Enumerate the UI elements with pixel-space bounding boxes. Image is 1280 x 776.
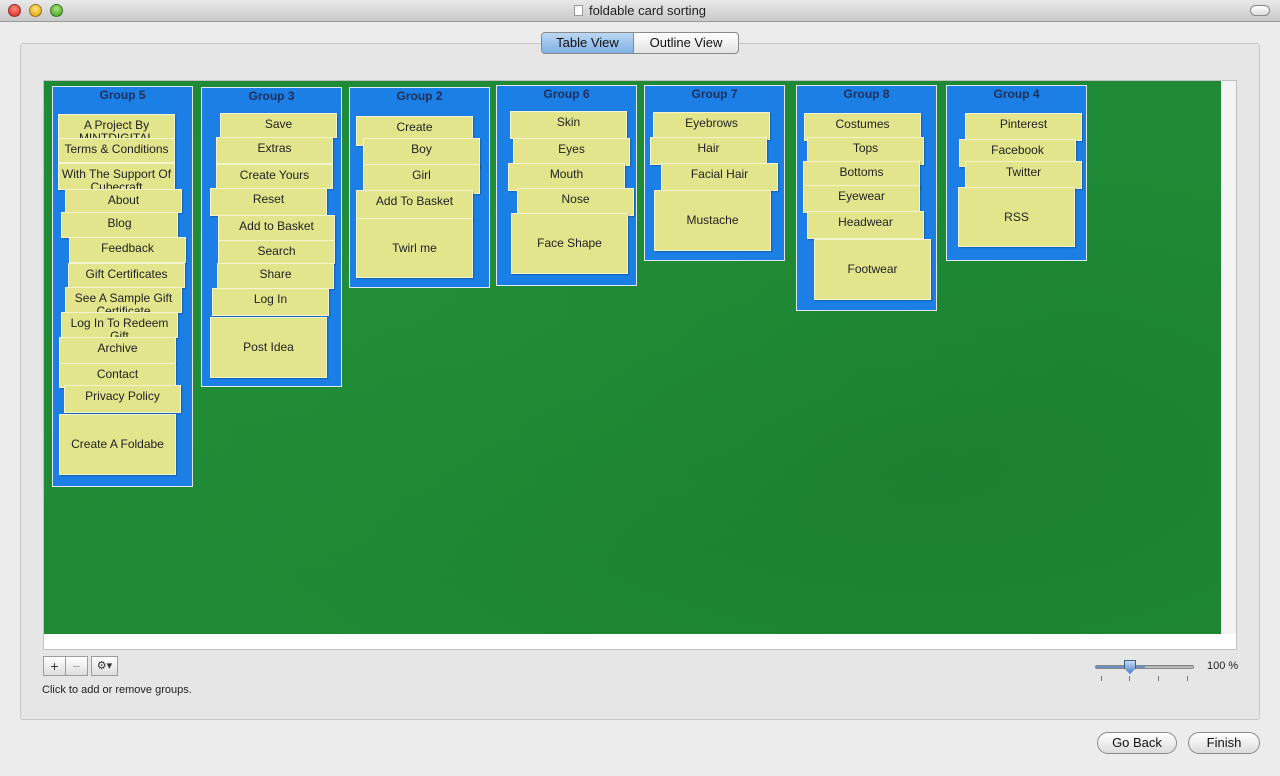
card[interactable]: Post Idea: [210, 317, 327, 378]
group-5[interactable]: Group 5 A Project By MINTDIGITAL Terms &…: [52, 86, 193, 487]
card[interactable]: Log In: [212, 288, 329, 316]
card[interactable]: Face Shape: [511, 213, 628, 274]
group-title: Group 2: [396, 89, 443, 103]
remove-group-button[interactable]: −: [65, 656, 88, 676]
title-bar: foldable card sorting: [0, 0, 1280, 22]
vertical-scrollbar[interactable]: [1221, 81, 1236, 634]
tab-table-view[interactable]: Table View: [542, 33, 634, 53]
group-6[interactable]: Group 6 Skin Eyes Mouth Nose Face Shape: [496, 85, 637, 286]
group-title: Group 3: [248, 89, 295, 103]
zoom-slider[interactable]: [1095, 665, 1194, 669]
card[interactable]: RSS: [958, 187, 1075, 247]
add-group-button[interactable]: +: [43, 656, 66, 676]
card[interactable]: Skin: [510, 111, 627, 139]
card[interactable]: Add to Basket: [218, 215, 335, 241]
zoom-tick: [1158, 676, 1159, 681]
card[interactable]: Headwear: [807, 211, 924, 239]
zoom-tick: [1101, 676, 1102, 681]
card[interactable]: Nose: [517, 188, 634, 216]
card[interactable]: Search: [218, 240, 335, 264]
group-title: Group 6: [543, 87, 590, 101]
card[interactable]: With The Support Of Cubecraft: [58, 163, 175, 190]
card[interactable]: Blog: [61, 212, 178, 238]
card[interactable]: Eyewear: [803, 185, 920, 213]
card[interactable]: Add To Basket: [356, 190, 473, 220]
card[interactable]: See A Sample Gift Certificate: [65, 287, 182, 313]
window-title: foldable card sorting: [0, 3, 1280, 18]
card[interactable]: Eyebrows: [653, 112, 770, 140]
card[interactable]: Create Yours: [216, 164, 333, 189]
card[interactable]: Facial Hair: [661, 163, 778, 191]
card[interactable]: Reset: [210, 188, 327, 216]
group-title: Group 4: [993, 87, 1040, 101]
card[interactable]: Twirl me: [356, 218, 473, 278]
document-icon: [573, 5, 583, 16]
card[interactable]: Create A Foldabe: [59, 414, 176, 475]
card[interactable]: A Project By MINTDIGITAL: [58, 114, 175, 139]
tab-outline-view[interactable]: Outline View: [634, 33, 738, 53]
card[interactable]: Eyes: [513, 138, 630, 166]
group-7[interactable]: Group 7 Eyebrows Hair Facial Hair Mustac…: [644, 85, 785, 261]
card[interactable]: Archive: [59, 337, 176, 364]
group-title: Group 7: [691, 87, 738, 101]
card[interactable]: Terms & Conditions: [58, 138, 175, 163]
card[interactable]: Privacy Policy: [64, 385, 181, 413]
card[interactable]: Share: [217, 263, 334, 289]
card[interactable]: Save: [220, 113, 337, 138]
toolbar-toggle-button[interactable]: [1250, 5, 1270, 16]
zoom-tick: [1187, 676, 1188, 681]
zoom-tick: [1129, 676, 1130, 681]
go-back-button[interactable]: Go Back: [1097, 732, 1177, 754]
card-sorting-board[interactable]: Group 5 A Project By MINTDIGITAL Terms &…: [44, 81, 1221, 634]
group-4[interactable]: Group 4 Pinterest Facebook Twitter RSS: [946, 85, 1087, 261]
zoom-level-label: 100 %: [1207, 660, 1239, 672]
group-title: Group 8: [843, 87, 890, 101]
card[interactable]: Extras: [216, 137, 333, 164]
view-switcher: Table View Outline View: [541, 32, 739, 54]
card[interactable]: Twitter: [965, 161, 1082, 189]
group-3[interactable]: Group 3 Save Extras Create Yours Reset A…: [201, 87, 342, 387]
group-8[interactable]: Group 8 Costumes Tops Bottoms Eyewear He…: [796, 85, 937, 311]
group-2[interactable]: Group 2 Create Boy Girl Add To Basket Tw…: [349, 87, 490, 288]
card[interactable]: Mouth: [508, 163, 625, 191]
card[interactable]: Mustache: [654, 190, 771, 251]
group-title: Group 5: [99, 88, 146, 102]
card[interactable]: Gift Certificates: [68, 263, 185, 288]
card[interactable]: Feedback: [69, 237, 186, 263]
zoom-slider-fill: [1096, 666, 1145, 668]
card[interactable]: Footwear: [814, 239, 931, 300]
group-hint-text: Click to add or remove groups.: [42, 684, 192, 696]
card[interactable]: Log In To Redeem Gift: [61, 312, 178, 338]
window-title-text: foldable card sorting: [588, 3, 707, 18]
card[interactable]: Hair: [650, 137, 767, 165]
finish-button[interactable]: Finish: [1188, 732, 1260, 754]
card[interactable]: About: [65, 189, 182, 213]
gear-menu-button[interactable]: ⚙▾: [91, 656, 118, 676]
card[interactable]: Pinterest: [965, 113, 1082, 141]
